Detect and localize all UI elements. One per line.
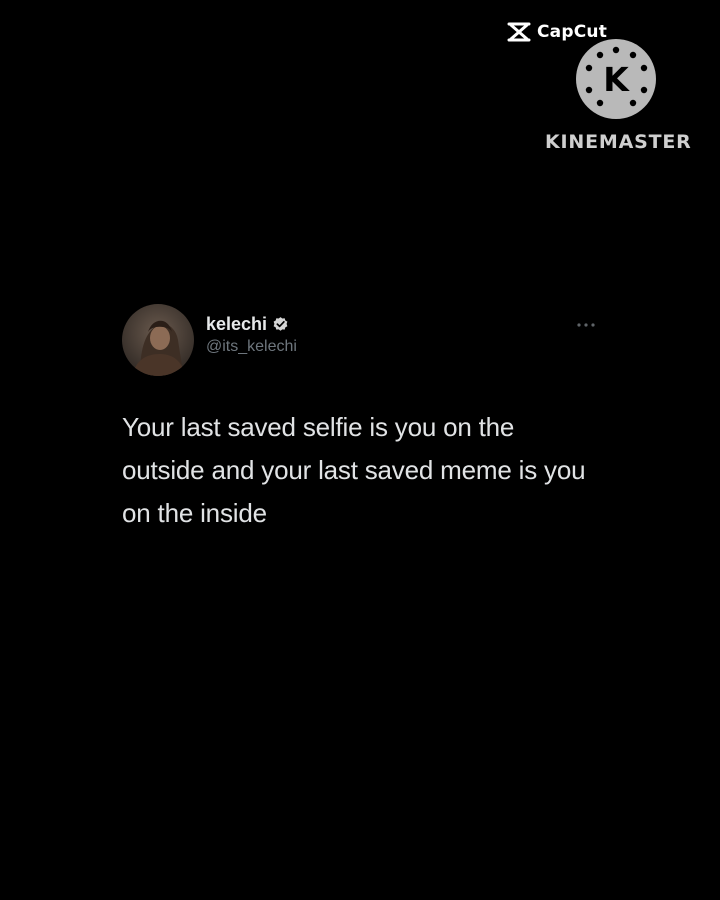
capcut-logo-icon <box>507 22 531 42</box>
author-display-name[interactable]: kelechi <box>206 314 267 335</box>
author-names: kelechi @its_kelechi <box>206 314 297 356</box>
author-handle[interactable]: @its_kelechi <box>206 338 297 356</box>
tweet-card: kelechi @its_kelechi Your last saved sel… <box>122 304 602 535</box>
more-options-icon[interactable] <box>574 318 598 332</box>
verified-badge-icon <box>272 316 289 333</box>
kinemaster-label: KINEMASTER <box>545 131 692 153</box>
kinemaster-logo-icon: K <box>575 38 657 120</box>
profile-avatar[interactable] <box>122 304 194 376</box>
tweet-header: kelechi @its_kelechi <box>122 304 602 376</box>
display-name-row: kelechi <box>206 314 297 335</box>
tweet-text: Your last saved selfie is you on the out… <box>122 412 586 528</box>
kinemaster-logo-letter: K <box>603 60 630 99</box>
